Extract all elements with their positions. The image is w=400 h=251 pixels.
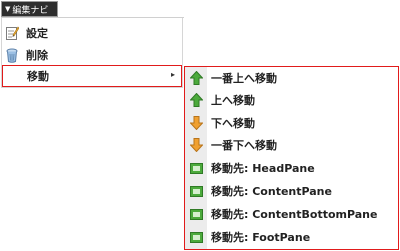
arrow-up-icon xyxy=(189,71,203,85)
menu-item-move-contentbottompane[interactable]: 移動先: ContentBottomPane xyxy=(185,203,398,225)
menu-item-move-to-bottom-label: 一番下へ移動 xyxy=(211,139,277,152)
dropdown-arrow-icon: ▼ xyxy=(5,5,11,13)
menu-item-move-footpane-label: 移動先: FootPane xyxy=(211,231,311,244)
pane-icon xyxy=(189,208,203,220)
submenu-arrow-icon: ▸ xyxy=(170,70,175,79)
menu-item-move-footpane[interactable]: 移動先: FootPane xyxy=(185,226,398,248)
menu-item-move-to-top-label: 一番上へ移動 xyxy=(211,72,277,85)
menu-item-move-to-top[interactable]: 一番上へ移動 xyxy=(185,67,398,89)
menu-item-move[interactable]: 移動 ▸ xyxy=(2,65,182,87)
trash-icon xyxy=(6,48,18,63)
menu-item-move-to-bottom[interactable]: 一番下へ移動 xyxy=(185,134,398,156)
context-menu-stage: ▼ 編集ナビ 設定 削除 移動 ▸ 一番上へ移動 上へ移動 下へ移動 一番下へ移… xyxy=(0,0,400,251)
pane-icon xyxy=(189,185,203,197)
menu-item-move-contentbottompane-label: 移動先: ContentBottomPane xyxy=(211,208,378,221)
move-submenu: 一番上へ移動 上へ移動 下へ移動 一番下へ移動 移動先: HeadPane 移動… xyxy=(184,66,399,250)
arrow-down-icon xyxy=(189,138,203,152)
menu-item-move-down-label: 下へ移動 xyxy=(211,117,255,130)
settings-icon xyxy=(5,26,19,40)
pane-icon xyxy=(189,162,203,174)
menu-item-move-contentpane[interactable]: 移動先: ContentPane xyxy=(185,180,398,202)
arrow-up-icon xyxy=(189,93,203,107)
pane-icon xyxy=(189,231,203,243)
edit-nav-button[interactable]: ▼ 編集ナビ xyxy=(1,1,58,17)
arrow-down-icon xyxy=(189,116,203,130)
menu-item-delete[interactable]: 削除 xyxy=(2,44,182,66)
menu-item-move-up-label: 上へ移動 xyxy=(211,94,255,107)
menu-item-move-label: 移動 xyxy=(27,70,49,83)
menu-item-move-down[interactable]: 下へ移動 xyxy=(185,112,398,134)
menu-item-move-headpane-label: 移動先: HeadPane xyxy=(211,162,315,175)
menu-item-move-up[interactable]: 上へ移動 xyxy=(185,89,398,111)
menu-item-delete-label: 削除 xyxy=(26,49,48,62)
menu-item-move-contentpane-label: 移動先: ContentPane xyxy=(211,185,332,198)
edit-nav-label: 編集ナビ xyxy=(12,5,49,16)
menu-item-move-headpane[interactable]: 移動先: HeadPane xyxy=(185,157,398,179)
primary-menu: 設定 削除 移動 ▸ xyxy=(1,18,183,88)
menu-item-settings-label: 設定 xyxy=(26,27,48,40)
menu-item-settings[interactable]: 設定 xyxy=(2,22,182,44)
